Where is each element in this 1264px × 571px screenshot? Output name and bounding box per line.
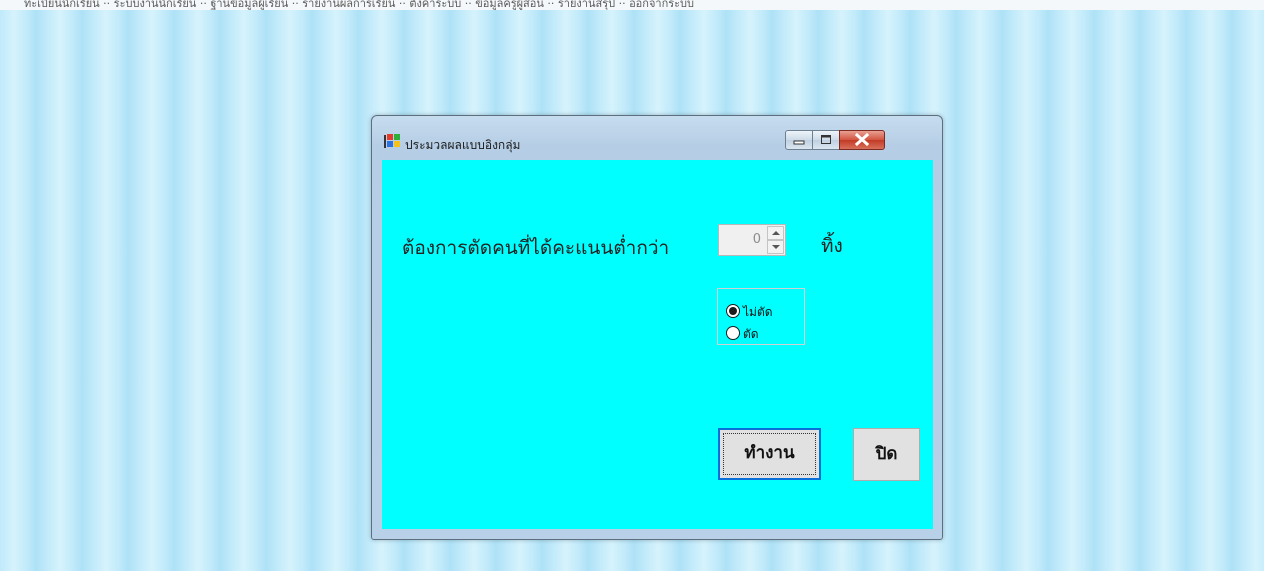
window-title: ประมวลผลแบบอิงกลุ่ม [405,138,521,152]
spin-up-button[interactable] [767,226,784,240]
close-dialog-button[interactable]: ปิด [853,428,920,481]
unit-label: ทิ้ง [821,235,843,257]
dialog-client-area: ต้องการตัดคนที่ได้คะแนนต่ำกว่า 0 ทิ้ง ไม… [382,160,933,529]
close-button[interactable] [839,130,885,150]
dialog-window: ประมวลผลแบบอิงกลุ่ม ต้องการตัดคนที่ได้คะ… [371,115,943,540]
radio-cut-label[interactable]: ตัด [743,325,759,344]
radio-button[interactable] [726,326,740,340]
minimize-icon [793,140,805,145]
background-app-toolbar-strip: ทะเบียนนักเรียน ·· ระบบงานนักเรียน ·· ฐา… [0,0,1264,10]
minimize-button[interactable] [785,130,813,150]
radio-selected-dot [729,307,737,315]
maximize-button[interactable] [812,130,840,150]
radio-no-cut-label[interactable]: ไม่ตัด [743,303,773,322]
radio-button-selected[interactable] [726,304,740,318]
spin-down-button[interactable] [767,240,784,254]
chevron-down-icon [772,245,780,249]
close-icon [854,132,870,147]
title-bar[interactable]: ประมวลผลแบบอิงกลุ่ม [372,116,942,159]
threshold-spinner[interactable]: 0 [718,224,786,256]
chevron-up-icon [772,231,780,235]
cut-option-group: ไม่ตัด ตัด [717,288,805,345]
maximize-icon [821,135,831,144]
windows-flag-icon [384,134,400,148]
close-dialog-button-label: ปิด [875,444,898,464]
run-button[interactable]: ทำงาน [718,428,821,480]
spinner-buttons [767,226,784,254]
cutoff-prompt-label: ต้องการตัดคนที่ได้คะแนนต่ำกว่า [402,237,670,259]
threshold-value[interactable]: 0 [753,232,761,247]
focus-rectangle [723,433,816,475]
